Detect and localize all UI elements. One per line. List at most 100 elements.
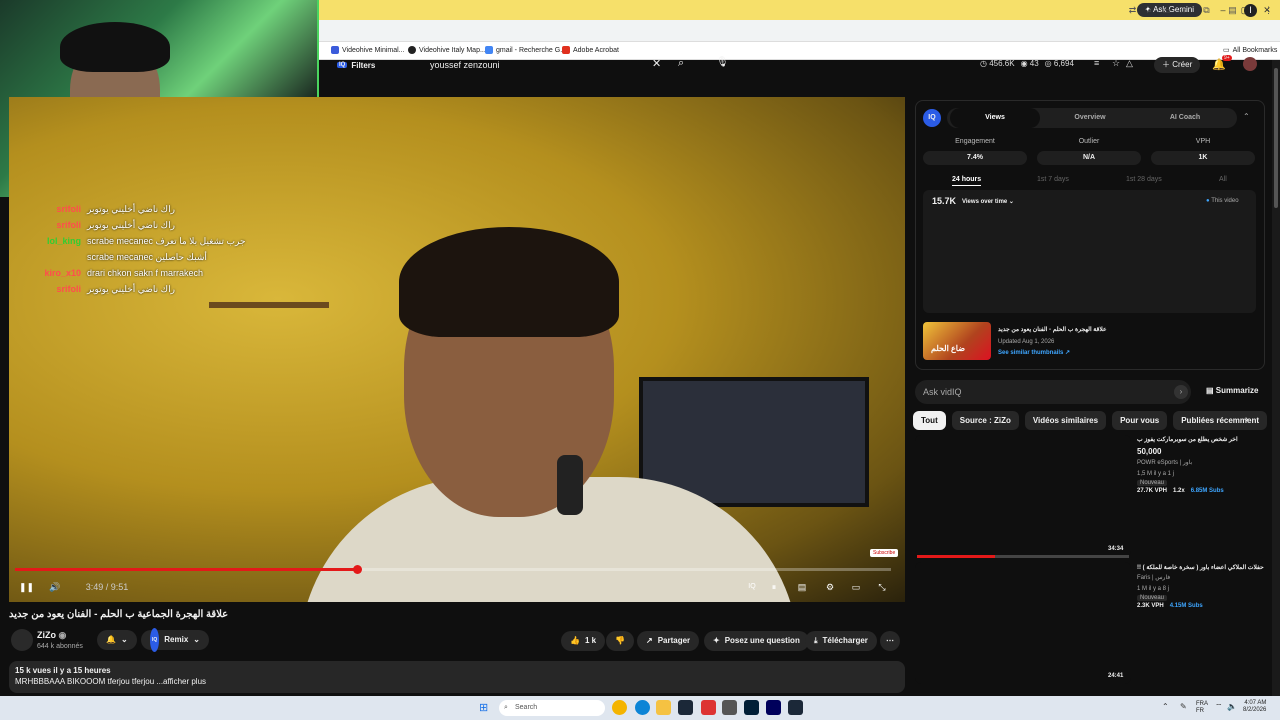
download-label: Télécharger	[822, 636, 868, 645]
settings-gear-icon[interactable]: ⚙	[823, 579, 837, 595]
bookmark-favicon-icon	[331, 46, 339, 54]
extensions-icon[interactable]: ⧉	[1200, 4, 1213, 17]
thumbnail-updated: Updated Aug 1, 2026	[998, 339, 1055, 345]
clear-search-icon[interactable]: ✕	[652, 57, 661, 70]
volume-icon[interactable]: 🔊	[47, 579, 63, 595]
zoom-icon[interactable]: ⌕	[1143, 4, 1156, 17]
similar-thumbnails-link[interactable]: See similar thumbnails ↗	[998, 349, 1070, 356]
bookmark-item[interactable]: Videohive Minimal...	[331, 46, 405, 54]
chip-all[interactable]: Tout	[913, 411, 946, 430]
chat-message: kiro_x10 drari chkon sakn f marrakech	[9, 265, 309, 281]
chip-similar[interactable]: Vidéos similaires	[1024, 411, 1107, 430]
chat-username: srifoli	[56, 204, 81, 214]
clock-date: 8/2/2026	[1243, 707, 1267, 713]
range-7-days[interactable]: 1st 7 days	[1037, 176, 1069, 183]
autoplay-icon[interactable]: ⏸	[767, 579, 781, 595]
tab-ai-coach[interactable]: AI Coach	[1140, 108, 1230, 128]
video-player[interactable]	[9, 97, 905, 602]
subscribe-watermark[interactable]: Subscribe	[870, 549, 899, 557]
vidiq-star-icon[interactable]: ☆	[1112, 58, 1120, 69]
search-icon[interactable]: ⌕	[678, 57, 684, 70]
recommendation-info[interactable]: حفلات الملاكي اعضاء باور ( سخرة خاصة للم…	[1137, 564, 1269, 609]
create-button[interactable]: ＋ Créer	[1154, 57, 1201, 73]
bookmark-star-icon[interactable]: ☆	[1176, 4, 1189, 17]
summarize-button[interactable]: ▤ Summarize	[1206, 386, 1258, 395]
system-clock[interactable]: 4:07 AM 8/2/2026	[1243, 700, 1266, 714]
bookmark-item[interactable]: Adobe Acrobat	[562, 46, 619, 54]
tray-pen-icon[interactable]: ✎	[1180, 702, 1187, 711]
chrome-app-icon[interactable]	[612, 700, 627, 715]
search-icon: ⌕	[504, 704, 508, 711]
cast-icon[interactable]: ▭	[1160, 4, 1173, 17]
bookmark-item[interactable]: Videohive Italy Map...	[408, 46, 486, 54]
like-count: 1 k	[584, 636, 597, 645]
app-icon[interactable]	[722, 700, 737, 715]
file-explorer-icon[interactable]	[656, 700, 671, 715]
menu-kebab-icon[interactable]: ⋮	[1262, 4, 1275, 17]
translate-icon[interactable]: ⇄	[1126, 4, 1139, 17]
vidiq-list-icon[interactable]: ≡	[1094, 58, 1099, 68]
like-button[interactable]: 👍 1 k	[561, 631, 606, 651]
share-button[interactable]: ↗ Partager	[637, 631, 700, 651]
steam-app-icon[interactable]	[678, 700, 693, 715]
chat-username: kiro_x10	[44, 268, 81, 278]
chart-selector-dropdown[interactable]: Views over time ⌄	[962, 198, 1014, 205]
fullscreen-icon[interactable]: ⤡	[875, 579, 889, 595]
tray-chevron-icon[interactable]: ⌃	[1162, 702, 1169, 711]
recommendation-thumbnail[interactable]	[915, 562, 1131, 684]
chip-source[interactable]: Source : ZiZo	[951, 411, 1019, 430]
watched-progress-bar	[917, 555, 995, 558]
recommendation-info[interactable]: اخر شخص يطلع من سوبرماركت يفوز ب 50,000 …	[1137, 436, 1269, 494]
channel-avatar[interactable]	[11, 629, 33, 651]
remix-button[interactable]: IQ Remix ⌄	[141, 628, 209, 652]
tab-views[interactable]: Views	[950, 108, 1040, 128]
bookmark-label: Videohive Minimal...	[342, 46, 405, 54]
chips-next-icon[interactable]: ›	[1245, 414, 1248, 425]
volume-tray-icon[interactable]: 🔈	[1227, 702, 1237, 711]
description-box[interactable]: 15 k vues il y a 15 heures MRHBBBAAA BIK…	[9, 661, 905, 693]
network-icon[interactable]: ⌔	[1215, 702, 1223, 712]
more-actions-button[interactable]: ⋯	[880, 631, 900, 651]
progress-scrubber[interactable]	[352, 565, 362, 574]
theater-mode-icon[interactable]: ▭	[849, 579, 863, 595]
dislike-button[interactable]: 👎	[606, 631, 634, 651]
taskbar-search[interactable]: ⌕ Search	[499, 700, 605, 716]
range-all[interactable]: All	[1219, 176, 1227, 183]
chip-for-you[interactable]: Pour vous	[1112, 411, 1168, 430]
app-icon[interactable]	[701, 700, 716, 715]
ask-vidiq-input[interactable]: Ask vidIQ	[915, 380, 1191, 404]
channel-name[interactable]: ZiZo ◉	[37, 630, 66, 641]
tab-overview[interactable]: Overview	[1045, 108, 1135, 128]
vidiq-player-icon[interactable]: IQ	[745, 579, 759, 595]
vidiq-bell-icon[interactable]: △	[1126, 58, 1133, 69]
recommendation-thumbnail[interactable]	[915, 435, 1131, 557]
pause-icon[interactable]: ❚❚	[19, 579, 34, 595]
notification-bell-button[interactable]: 🔔 ⌄	[97, 630, 137, 650]
vidiq-filters-button[interactable]: IQ Filters	[337, 60, 375, 70]
range-24-hours[interactable]: 24 hours	[952, 176, 982, 186]
range-28-days[interactable]: 1st 28 days	[1126, 176, 1162, 183]
send-icon[interactable]: ›	[1174, 385, 1188, 399]
premiere-app-icon[interactable]	[766, 700, 781, 715]
ask-question-button[interactable]: ✦ Posez une question	[704, 631, 809, 651]
steam-app-icon[interactable]	[788, 700, 803, 715]
windows-start-icon[interactable]: ⊞	[479, 701, 488, 714]
scrollbar-thumb[interactable]	[1274, 68, 1278, 208]
language-indicator[interactable]: FRA FR	[1196, 701, 1208, 715]
download-button[interactable]: ⤓ Télécharger	[805, 631, 877, 651]
subtitles-icon[interactable]: ▤	[795, 579, 809, 595]
video-thumbnail[interactable]: ضاع الحلم	[923, 322, 991, 360]
account-avatar[interactable]	[1243, 57, 1257, 71]
edge-app-icon[interactable]	[635, 700, 650, 715]
photoshop-app-icon[interactable]	[744, 700, 759, 715]
chat-message: srifoli راك ناضي أخليني يوتوبر	[9, 217, 309, 233]
chip-recent[interactable]: Publiées récemment	[1173, 411, 1268, 430]
vidiq-channel-stats: ◷ 456.6K ◉ 43 ◎ 6,694	[980, 59, 1074, 68]
bookmark-item[interactable]: gmail - Recherche G...	[485, 46, 566, 54]
sidebar-icon[interactable]: ▤	[1226, 4, 1239, 17]
profile-avatar[interactable]: I	[1244, 4, 1257, 17]
thumbnail-text: ضاع الحلم	[931, 344, 966, 353]
microphone-icon[interactable]: 🎙	[716, 57, 729, 68]
all-bookmarks-button[interactable]: ▭ All Bookmarks	[1223, 46, 1277, 55]
collapse-chevron-icon[interactable]: ⌃	[1243, 112, 1250, 121]
